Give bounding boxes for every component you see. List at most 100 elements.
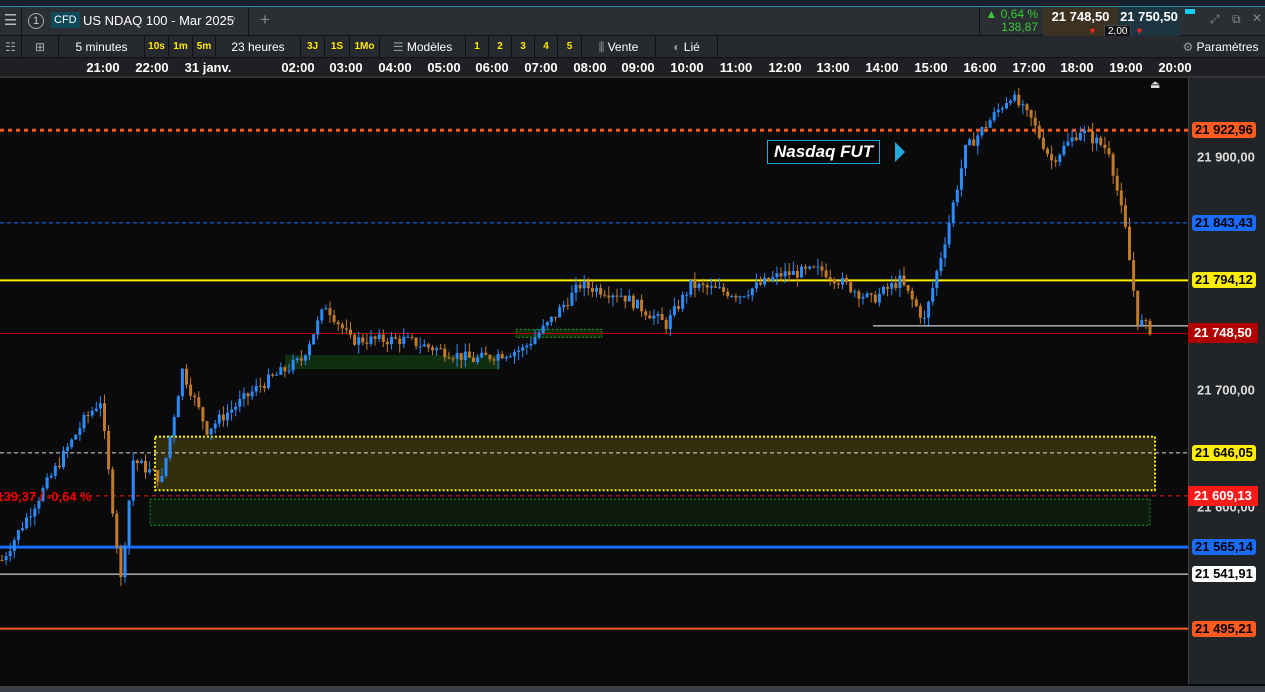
candle-body [303, 355, 307, 361]
change-abs: 138,87 [1001, 20, 1038, 34]
settings-button[interactable]: ⚙ Paramètres [1176, 36, 1265, 58]
candle-body [1009, 100, 1013, 104]
bottom-tabs-bar [0, 686, 1265, 692]
candle-body [890, 283, 894, 289]
interval-1m[interactable]: 1m [169, 36, 193, 58]
candle-body [148, 469, 152, 473]
settings-label: Paramètres [1196, 40, 1259, 54]
search-icon[interactable]: ⌕ [228, 10, 236, 27]
candle-body [1103, 144, 1107, 149]
instrument-title[interactable]: US NDAQ 100 - Mar 2025 [83, 13, 234, 28]
candle-body [824, 270, 828, 278]
candle-body [484, 352, 488, 355]
level-price-label[interactable]: 21 541,91 [1192, 566, 1256, 583]
add-tab-button[interactable]: + [260, 10, 270, 30]
candle-body [398, 338, 402, 345]
candle-body [144, 460, 147, 473]
time-label: 02:00 [281, 60, 315, 75]
candle-body [271, 374, 275, 376]
popout-icon[interactable]: ⧉ [1232, 12, 1241, 27]
candle-body [135, 460, 139, 464]
candle-body [525, 345, 529, 348]
candle-body [414, 337, 418, 347]
candle-body [681, 294, 685, 309]
level-price-label[interactable]: 21 794,12 [1192, 272, 1256, 289]
candle-body [103, 403, 106, 431]
candle-body [258, 385, 262, 387]
candle-body [1128, 226, 1131, 261]
candle-body [123, 545, 127, 578]
template-5[interactable]: 5 [558, 36, 582, 58]
level-price-label[interactable]: 21 922,96 [1192, 122, 1256, 139]
level-price-label[interactable]: 21 748,50 [1188, 323, 1258, 344]
candle-body [115, 513, 119, 548]
candle-body [582, 281, 586, 289]
level-price-label[interactable]: 21 565,14 [1192, 539, 1256, 556]
expand-icon[interactable]: ⤢ [1210, 12, 1220, 27]
templates-button[interactable]: ☰ Modèles [380, 36, 466, 58]
linked-button[interactable]: ◐ Lié [656, 36, 718, 58]
candle-body [62, 450, 65, 468]
level-price-label[interactable]: 21 646,05 [1192, 444, 1256, 461]
template-3[interactable]: 3 [512, 36, 535, 58]
candle-body [119, 547, 123, 578]
template-1[interactable]: 1 [466, 36, 489, 58]
candle-body [1037, 125, 1041, 138]
candle-body [492, 359, 496, 361]
candle-body [344, 328, 348, 330]
template-4[interactable]: 4 [535, 36, 558, 58]
range-3j[interactable]: 3J [301, 36, 325, 58]
candle-body [443, 348, 447, 358]
close-icon[interactable]: ✕ [1252, 11, 1262, 25]
range-1mo[interactable]: 1Mo [350, 36, 380, 58]
interval-select[interactable]: 5 minutes [59, 36, 145, 58]
menu-icon[interactable]: ☰ [0, 7, 22, 36]
candle-body [508, 356, 512, 358]
time-label: 13:00 [816, 60, 850, 75]
time-label: 16:00 [963, 60, 997, 75]
candle-body [549, 316, 553, 323]
candle-body [439, 348, 443, 350]
level-price-label[interactable]: 21 495,21 [1192, 620, 1256, 637]
range-select[interactable]: 23 heures [216, 36, 301, 58]
layout-icon[interactable]: ⊞ [22, 36, 59, 58]
candle-body [447, 357, 451, 359]
candle-body [49, 475, 53, 478]
candle-body [488, 354, 492, 360]
candle-body [33, 508, 37, 517]
time-label: 05:00 [427, 60, 461, 75]
candle-body [1107, 148, 1111, 155]
candle-body [595, 287, 598, 292]
nasdaq-fut-annotation[interactable]: Nasdaq FUT [767, 140, 881, 164]
interval-5m[interactable]: 5m [193, 36, 216, 58]
candle-body [603, 294, 607, 296]
candle-body [4, 556, 8, 561]
candle-body [951, 202, 955, 223]
candle-body [74, 434, 78, 440]
depth-indicator [1185, 9, 1195, 14]
candle-body [193, 395, 197, 398]
level-price-label[interactable]: 21 843,43 [1192, 214, 1256, 231]
candle-body [90, 410, 94, 416]
candle-body [882, 286, 885, 294]
candle-body [648, 315, 652, 319]
candle-body [750, 288, 754, 296]
candle-body [644, 311, 648, 316]
candle-body [480, 352, 484, 358]
candle-body [742, 296, 746, 298]
list-icon[interactable]: ☷ [0, 36, 22, 58]
candle-body [1144, 320, 1148, 322]
candle-body [394, 337, 398, 339]
level-price-label[interactable]: 21 609,13 [1188, 485, 1258, 506]
sell-button[interactable]: ⫼ Vente [582, 36, 656, 58]
candle-body [763, 277, 767, 285]
interval-10s[interactable]: 10s [145, 36, 169, 58]
candle-body [832, 279, 836, 284]
candle-body [381, 334, 385, 342]
scroll-home-icon[interactable]: ⏏ [1150, 78, 1160, 91]
template-2[interactable]: 2 [489, 36, 512, 58]
price-axis[interactable] [1188, 78, 1265, 684]
candle-body [185, 368, 188, 385]
price-chart[interactable] [0, 78, 1188, 686]
range-1s[interactable]: 1S [325, 36, 350, 58]
